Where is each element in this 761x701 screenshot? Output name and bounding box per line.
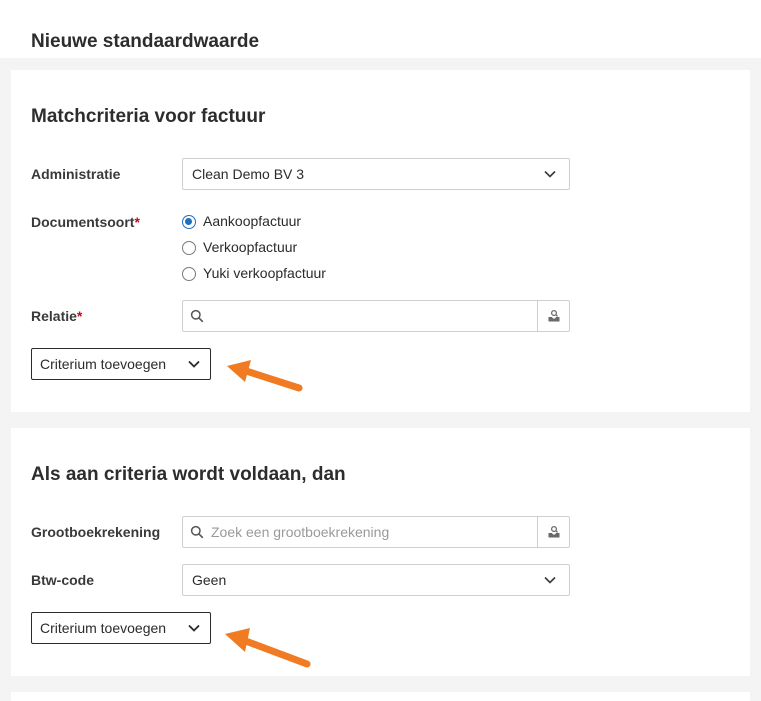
radio-button[interactable] [182, 267, 196, 281]
page-header: Nieuwe standaardwaarde [0, 0, 761, 58]
arrow-annotation-icon [227, 360, 303, 392]
action-card: Als aan criteria wordt voldaan, dan Groo… [11, 428, 750, 676]
next-card-partial [11, 692, 750, 701]
required-mark: * [76, 308, 83, 324]
documentsoort-label-text: Documentsoort [31, 214, 135, 230]
documentsoort-label: Documentsoort* [31, 214, 140, 230]
relatie-label-text: Relatie [31, 308, 77, 324]
criterium-toevoegen-label: Criterium toevoegen [40, 356, 167, 372]
criterium-toevoegen-button[interactable]: Criterium toevoegen [31, 612, 211, 644]
chevron-down-icon [188, 624, 200, 632]
radio-label: Yuki verkoopfactuur [203, 265, 326, 281]
administratie-value: Clean Demo BV 3 [192, 166, 305, 182]
grootboekrekening-search-input[interactable]: Zoek een grootboekrekening [182, 516, 570, 548]
grootboekrekening-label: Grootboekrekening [31, 524, 161, 540]
btw-code-select[interactable]: Geen [182, 564, 570, 596]
lookup-icon [548, 525, 560, 538]
chevron-down-icon [544, 170, 556, 178]
grootboekrekening-lookup-button[interactable] [537, 517, 569, 547]
action-section-title: Als aan criteria wordt voldaan, dan [31, 464, 346, 485]
match-criteria-title: Matchcriteria voor factuur [31, 106, 266, 127]
lookup-icon [548, 309, 560, 322]
administratie-label: Administratie [31, 166, 121, 182]
criterium-toevoegen-label: Criterium toevoegen [40, 620, 167, 636]
match-criteria-card: Matchcriteria voor factuur Administratie… [11, 70, 750, 412]
required-mark: * [134, 214, 140, 230]
criterium-toevoegen-button[interactable]: Criterium toevoegen [31, 348, 211, 380]
chevron-down-icon [544, 576, 556, 584]
administratie-select[interactable]: Clean Demo BV 3 [182, 158, 570, 190]
arrow-annotation-icon [225, 628, 311, 668]
relatie-search-input[interactable] [182, 300, 570, 332]
search-icon [190, 525, 204, 539]
relatie-lookup-button[interactable] [537, 301, 569, 331]
chevron-down-icon [188, 360, 200, 368]
radio-button-checked[interactable] [182, 215, 196, 229]
radio-label: Aankoopfactuur [203, 213, 302, 229]
search-icon [190, 309, 204, 323]
radio-label: Verkoopfactuur [203, 239, 298, 255]
page-title: Nieuwe standaardwaarde [31, 31, 260, 52]
btw-code-value: Geen [192, 572, 227, 588]
relatie-label: Relatie* [31, 308, 82, 324]
btw-code-label: Btw-code [31, 572, 94, 588]
grootboekrekening-placeholder: Zoek een grootboekrekening [211, 524, 390, 540]
radio-button[interactable] [182, 241, 196, 255]
